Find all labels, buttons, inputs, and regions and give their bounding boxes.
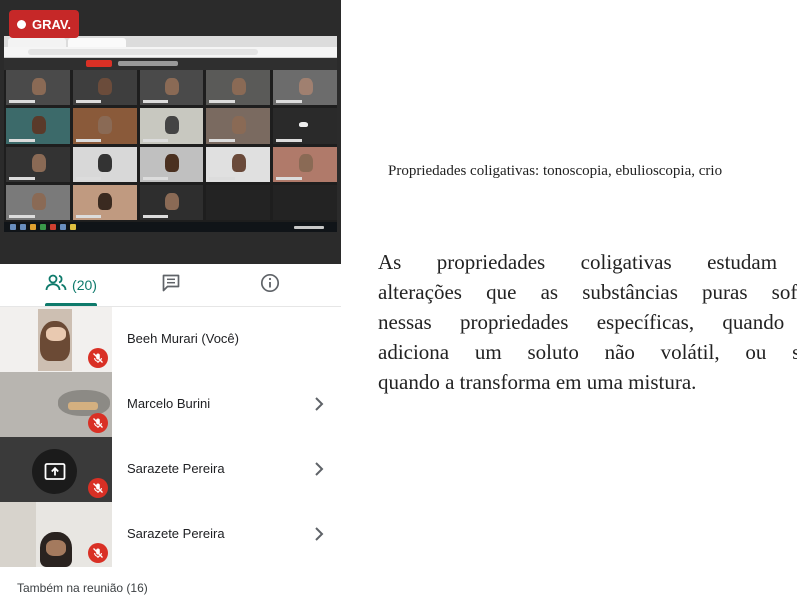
record-dot-icon [16, 19, 26, 29]
video-tile [139, 146, 204, 182]
video-tile [206, 108, 271, 144]
side-panel-tabs: (20) [0, 264, 341, 307]
video-tile [206, 146, 271, 182]
slide-body-line: alterações que as substâncias puras sofr… [378, 280, 797, 304]
also-in-meeting-label: Também na reunião (16) [17, 581, 148, 595]
participant-name: Sarazete Pereira [127, 461, 225, 476]
participant-name: Beeh Murari (Você) [127, 331, 239, 346]
video-tile [273, 70, 337, 106]
browser-tab [8, 38, 66, 47]
active-tab-indicator [45, 303, 97, 306]
video-tile [6, 108, 70, 144]
tab-people[interactable]: (20) [0, 264, 142, 306]
video-tile [139, 70, 204, 106]
participant-row[interactable]: Marcelo Burini [0, 372, 341, 437]
tab-info[interactable] [199, 264, 341, 306]
slide-body: As propriedades coligativas estudam as a… [378, 247, 797, 397]
participant-name: Marcelo Burini [127, 396, 211, 411]
shared-video-grid [6, 70, 337, 220]
present-screen-icon [32, 449, 77, 494]
slide-title: Propriedades coligativas: tonoscopia, eb… [388, 163, 723, 179]
presentation-slide: Propriedades coligativas: tonoscopia, eb… [341, 0, 797, 600]
video-tile [6, 184, 70, 220]
video-tile [6, 70, 70, 106]
video-tile [139, 108, 204, 144]
video-tile [273, 108, 337, 144]
meet-window: GRAV. (20) Beeh Murari (Você) Marcelo Bu… [0, 0, 797, 600]
people-count: (20) [72, 277, 97, 293]
video-tile [6, 146, 70, 182]
participant-row[interactable]: Beeh Murari (Você) [0, 307, 341, 372]
participant-row[interactable]: Sarazete Pereira [0, 437, 341, 502]
video-tile [72, 146, 137, 182]
video-tile [206, 184, 271, 220]
chat-icon [161, 273, 181, 298]
browser-tab [68, 38, 126, 47]
chevron-right-icon[interactable] [312, 394, 326, 414]
shared-browser-window [4, 36, 337, 232]
participants-list: Beeh Murari (Você) Marcelo Burini Saraze… [0, 307, 341, 569]
mic-off-icon [88, 478, 108, 498]
people-icon [45, 274, 67, 297]
chevron-right-icon[interactable] [312, 459, 326, 479]
video-tile [72, 108, 137, 144]
mic-off-icon [88, 413, 108, 433]
mic-off-icon [88, 348, 108, 368]
slide-body-line: nessas propriedades específicas, quando … [378, 310, 797, 334]
video-tile [273, 184, 337, 220]
shared-taskbar [4, 222, 337, 232]
shared-screen-view[interactable]: GRAV. [0, 0, 341, 264]
slide-body-line: adiciona um soluto não volátil, ou seja, [378, 340, 797, 364]
video-tile [206, 70, 271, 106]
slide-body-line: As propriedades coligativas estudam as [378, 250, 797, 274]
chevron-right-icon[interactable] [312, 524, 326, 544]
browser-address-bar [4, 47, 337, 58]
info-icon [260, 273, 280, 298]
video-tile [72, 184, 137, 220]
tab-chat[interactable] [142, 264, 199, 306]
shared-meet-toolbar [4, 58, 337, 70]
recording-label: GRAV. [31, 16, 71, 32]
participant-row[interactable]: Sarazete Pereira [0, 502, 341, 567]
participant-name: Sarazete Pereira [127, 526, 225, 541]
video-tile [273, 146, 337, 182]
video-tile [72, 70, 137, 106]
recording-badge: GRAV. [9, 10, 79, 38]
video-tile [139, 184, 204, 220]
slide-body-line: quando a transforma em uma mistura. [378, 370, 697, 394]
mic-off-icon [88, 543, 108, 563]
